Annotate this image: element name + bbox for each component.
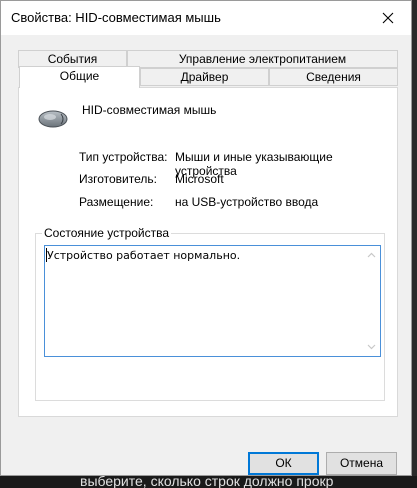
tab-driver[interactable]: Драйвер xyxy=(140,68,269,86)
background-window-edge xyxy=(412,0,417,488)
tab-details-label: Сведения xyxy=(306,70,361,84)
close-button[interactable] xyxy=(365,1,411,35)
tab-general[interactable]: Общие xyxy=(19,66,140,88)
mouse-icon xyxy=(38,110,68,128)
ok-button[interactable]: ОК xyxy=(248,452,319,475)
manufacturer-label: Изготовитель: xyxy=(79,172,157,186)
device-status-textbox[interactable]: Устройство работает нормально. xyxy=(44,245,381,357)
location-value: на USB-устройство ввода xyxy=(175,195,319,209)
general-tab-panel: HID-совместимая мышь Тип устройства: Мыш… xyxy=(18,87,398,417)
device-status-text: Устройство работает нормально. xyxy=(47,249,241,262)
close-icon xyxy=(382,12,394,24)
tab-details[interactable]: Сведения xyxy=(269,68,398,86)
scroll-down-arrow-icon[interactable] xyxy=(367,344,376,350)
tab-general-label: Общие xyxy=(59,69,100,83)
tab-power-management[interactable]: Управление электропитанием xyxy=(127,50,398,68)
window-title: Свойства: HID-совместимая мышь xyxy=(11,10,221,25)
status-scrollbar[interactable] xyxy=(363,246,380,356)
title-bar[interactable]: Свойства: HID-совместимая мышь xyxy=(1,1,411,35)
device-status-group-label: Состояние устройства xyxy=(42,226,172,240)
manufacturer-value: Microsoft xyxy=(175,172,224,186)
background-window-strip: выберите, сколько строк должно прокр xyxy=(0,476,417,488)
tab-events-label: События xyxy=(47,52,98,66)
background-text: выберите, сколько строк должно прокр xyxy=(80,476,334,488)
properties-dialog: Свойства: HID-совместимая мышь События У… xyxy=(0,0,412,476)
location-label: Размещение: xyxy=(79,195,154,209)
tab-power-management-label: Управление электропитанием xyxy=(178,52,347,66)
device-status-group: Состояние устройства Устройство работает… xyxy=(35,226,385,401)
scroll-up-arrow-icon[interactable] xyxy=(367,252,376,258)
device-name: HID-совместимая мышь xyxy=(82,103,217,117)
device-type-label: Тип устройства: xyxy=(79,150,168,164)
cancel-button[interactable]: Отмена xyxy=(326,452,397,475)
tab-driver-label: Драйвер xyxy=(180,70,229,84)
